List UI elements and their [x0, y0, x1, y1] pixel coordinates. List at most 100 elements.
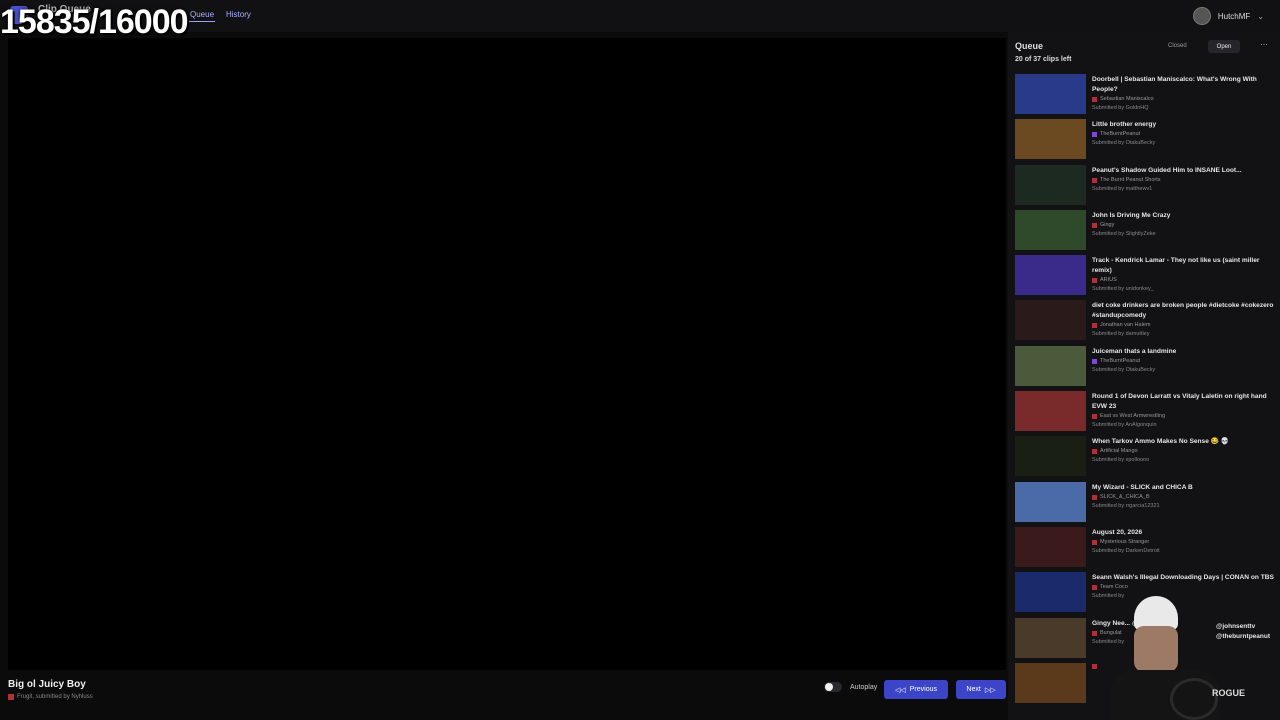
queue-item-title[interactable]: Seann Walsh's Illegal Downloading Days |…: [1092, 573, 1274, 583]
toggle-knob: [825, 683, 833, 691]
queue-item-channel: Gingy: [1092, 221, 1274, 230]
queue-item-channel: Jonathan van Halem: [1092, 321, 1274, 330]
queue-item-channel: TheBurntPeanut: [1092, 357, 1274, 366]
channel-name: Sebastian Maniscalco: [1100, 96, 1154, 102]
user-menu[interactable]: HutchMF ⌄: [1192, 7, 1264, 25]
clip-thumbnail[interactable]: [1015, 119, 1086, 160]
rewind-icon: ◁◁: [894, 686, 906, 694]
queue-item-info: August 20, 2026 Mysterious Stranger Submit…: [1092, 528, 1274, 556]
clip-thumbnail[interactable]: [1015, 391, 1086, 432]
clip-thumbnail[interactable]: [1015, 164, 1086, 205]
queue-item-channel: East vs West Armwrestling: [1092, 412, 1274, 421]
queue-item[interactable]: When Tarkov Ammo Makes No Sense 😂 💀 Artif…: [1015, 435, 1277, 480]
queue-item-info: Peanut's Shadow Guided Him to INSANE Loo…: [1092, 166, 1274, 194]
queue-item-channel: TheBurntPeanut: [1092, 130, 1274, 139]
queue-title: Queue: [1015, 41, 1044, 51]
channel-name: SLICK_&_CHICA_B: [1100, 493, 1150, 500]
queue-item[interactable]: Doorbell | Sebastian Maniscalco: What's …: [1015, 73, 1277, 118]
autoplay-control[interactable]: Autoplay: [824, 682, 877, 692]
queue-item-info: When Tarkov Ammo Makes No Sense 😂 💀 Artif…: [1092, 437, 1274, 465]
clip-thumbnail[interactable]: [1015, 662, 1086, 703]
queue-item-info: diet coke drinkers are broken people #di…: [1092, 301, 1274, 339]
queue-item-title[interactable]: August 20, 2026: [1092, 528, 1274, 538]
avatar[interactable]: [1192, 7, 1211, 25]
nav-history-link[interactable]: History: [226, 10, 251, 19]
queue-closed-toggle[interactable]: Closed: [1168, 43, 1187, 49]
webcam-overlay-text: @johnsenttv @theburntpeanut: [1216, 623, 1270, 640]
queue-item-title[interactable]: Round 1 of Devon Larratt vs Vitaly Lalet…: [1092, 392, 1274, 412]
queue-item[interactable]: Peanut's Shadow Guided Him to INSANE Loo…: [1015, 164, 1277, 209]
fast-forward-icon: ▷▷: [984, 686, 996, 694]
clip-thumbnail[interactable]: [1015, 300, 1086, 341]
nav-queue-link[interactable]: Queue: [190, 10, 214, 19]
queue-item[interactable]: Juiceman thats a landmine TheBurntPeanut S…: [1015, 345, 1277, 390]
queue-open-toggle[interactable]: Open: [1208, 40, 1240, 53]
clip-thumbnail[interactable]: [1015, 481, 1086, 522]
platform-icon: [1092, 539, 1097, 545]
clip-thumbnail[interactable]: [1015, 526, 1086, 567]
queue-item-title[interactable]: Juiceman thats a landmine: [1092, 347, 1274, 357]
submitted-by: Submitted by unidonkey_: [1092, 286, 1154, 293]
queue-item-info: Little brother energy TheBurntPeanut Submi…: [1092, 120, 1274, 148]
autoplay-label: Autoplay: [850, 683, 878, 691]
clip-thumbnail[interactable]: [1015, 255, 1086, 296]
next-button[interactable]: Next ▷▷: [956, 680, 1006, 699]
webcam-hat: [1134, 596, 1178, 630]
video-player[interactable]: [8, 38, 1006, 670]
top-bar: Clip Queue Queue History HutchMF ⌄: [0, 0, 1280, 32]
queue-item-title[interactable]: My Wizard - SLICK and CHICA B: [1092, 483, 1274, 493]
clip-thumbnail[interactable]: [1015, 345, 1086, 386]
queue-item[interactable]: John Is Driving Me Crazy Gingy Submitted b…: [1015, 209, 1277, 254]
webcam-face: [1134, 626, 1178, 672]
submitted-by: Submitted by GoldnHQ: [1092, 105, 1149, 111]
clip-thumbnail[interactable]: [1015, 617, 1086, 658]
queue-item[interactable]: August 20, 2026 Mysterious Stranger Submit…: [1015, 526, 1277, 571]
clip-thumbnail[interactable]: [1015, 436, 1086, 477]
queue-item-info: Doorbell | Sebastian Maniscalco: What's …: [1092, 75, 1274, 113]
webcam-shirt-text: ROGUE: [1212, 688, 1246, 698]
queue-item[interactable]: My Wizard - SLICK and CHICA B SLICK_&_CHI…: [1015, 481, 1277, 526]
microphone-icon: [1170, 678, 1218, 720]
clip-thumbnail[interactable]: [1015, 74, 1086, 114]
queue-item[interactable]: Little brother energy TheBurntPeanut Submi…: [1015, 118, 1277, 163]
channel-name: Jonathan van Halem: [1100, 322, 1151, 329]
platform-icon: [1092, 449, 1097, 455]
platform-icon: [1092, 132, 1097, 138]
submitted-by: Submitted by OtakuBecky: [1092, 140, 1156, 147]
submitted-by: Submitted by OtakuBecky: [1092, 366, 1156, 373]
queue-item-title[interactable]: diet coke drinkers are broken people #di…: [1092, 301, 1274, 321]
queue-item-title[interactable]: Doorbell | Sebastian Maniscalco: What's …: [1092, 75, 1274, 95]
platform-icon: [8, 694, 14, 700]
queue-item-title[interactable]: Track - Kendrick Lamar - They not like u…: [1092, 256, 1274, 276]
submitted-by: Submitted by xpolloooo: [1092, 457, 1150, 464]
platform-icon: [1092, 323, 1097, 329]
chevron-down-icon[interactable]: ⌄: [1257, 12, 1264, 21]
platform-icon: [1092, 97, 1097, 102]
queue-item-channel: SLICK_&_CHICA_B: [1092, 493, 1274, 502]
user-name[interactable]: HutchMF: [1218, 12, 1250, 21]
queue-item[interactable]: Track - Kendrick Lamar - They not like u…: [1015, 254, 1277, 299]
channel-name: TheBurntPeanut: [1100, 131, 1141, 138]
platform-icon: [1092, 222, 1097, 228]
submitted-by: Submitted by matthewv1: [1092, 185, 1153, 192]
nav-active-indicator: [186, 21, 215, 22]
autoplay-toggle[interactable]: [824, 682, 842, 692]
queue-item-info: My Wizard - SLICK and CHICA B SLICK_&_CHI…: [1092, 483, 1274, 511]
queue-item-title[interactable]: John Is Driving Me Crazy: [1092, 211, 1274, 221]
queue-item[interactable]: Round 1 of Devon Larratt vs Vitaly Lalet…: [1015, 390, 1277, 435]
channel-name: Mysterious Stranger: [1100, 538, 1150, 545]
clip-thumbnail[interactable]: [1015, 209, 1086, 250]
platform-icon: [1092, 358, 1097, 364]
channel-name: ARIUS: [1100, 277, 1117, 284]
clip-meta-text: Frugit, submitted by Nyhluss: [17, 694, 93, 700]
clip-thumbnail[interactable]: [1015, 572, 1086, 613]
queue-item-title[interactable]: Little brother energy: [1092, 120, 1274, 130]
queue-item-channel: The Burnt Peanut Shorts: [1092, 176, 1274, 185]
more-options-icon[interactable]: ⋯: [1260, 40, 1268, 49]
queue-item-title[interactable]: When Tarkov Ammo Makes No Sense 😂 💀: [1092, 437, 1274, 447]
queue-item[interactable]: diet coke drinkers are broken people #di…: [1015, 299, 1277, 344]
queue-item-info: John Is Driving Me Crazy Gingy Submitted b…: [1092, 211, 1274, 239]
queue-item-title[interactable]: Peanut's Shadow Guided Him to INSANE Loo…: [1092, 166, 1274, 176]
channel-name: The Burnt Peanut Shorts: [1100, 176, 1161, 183]
previous-button[interactable]: ◁◁ Previous: [884, 680, 948, 699]
